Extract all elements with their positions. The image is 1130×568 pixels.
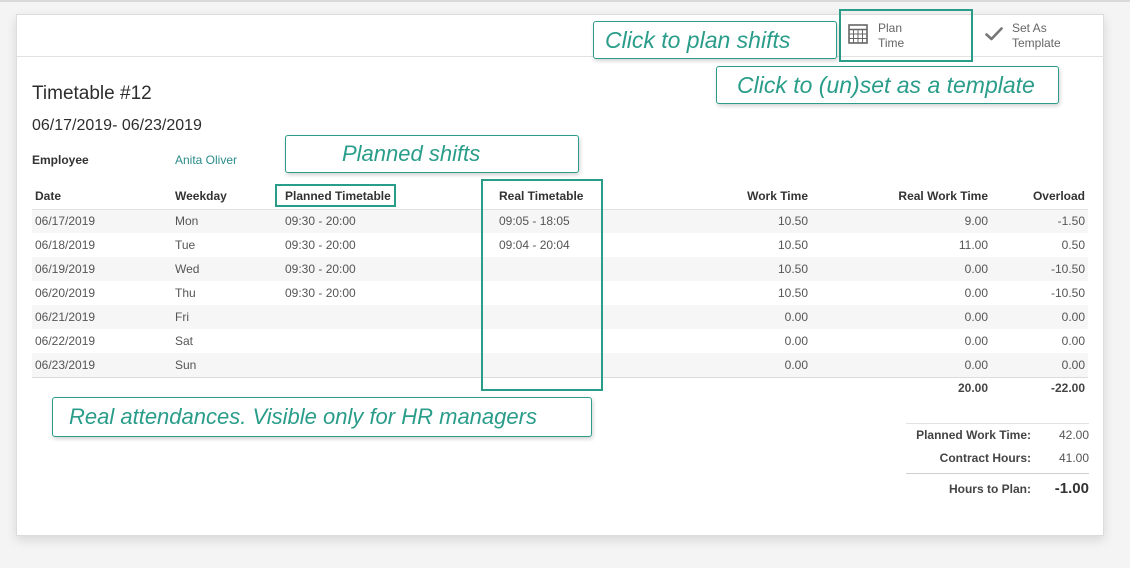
hours-to-plan-label: Hours to Plan: xyxy=(948,481,1031,496)
summary-row-hours-to-plan: Hours to Plan: -1.00 xyxy=(906,473,1089,503)
callout-planned-shifts: Planned shifts xyxy=(285,135,579,173)
cell-work-time: 0.00 xyxy=(784,334,808,348)
cell-real-work-time: 0.00 xyxy=(964,286,988,300)
form-title: Timetable #12 xyxy=(32,83,152,104)
cell-date: 06/18/2019 xyxy=(35,238,96,252)
plan-time-highlight xyxy=(839,9,973,62)
contract-hours-label: Contract Hours: xyxy=(939,450,1031,465)
column-header-work-time[interactable]: Work Time xyxy=(626,183,811,210)
set-template-label-line2: Template xyxy=(1012,36,1061,50)
planned-work-time-value: 42.00 xyxy=(1058,428,1089,442)
period-range: 06/17/2019- 06/23/2019 xyxy=(32,117,202,134)
real-column-highlight xyxy=(481,179,603,391)
cell-work-time: 0.00 xyxy=(626,353,811,377)
set-as-template-button[interactable]: Set As Template xyxy=(983,15,1101,57)
column-header-real-work-time[interactable]: Real Work Time xyxy=(811,183,991,210)
cell-date: 06/20/2019 xyxy=(35,286,96,300)
cell-date: 06/22/2019 xyxy=(35,334,96,348)
cell-work-time: 10.50 xyxy=(777,238,808,252)
cell-overload: -10.50 xyxy=(991,257,1088,281)
cell-work-time: 10.50 xyxy=(626,209,811,233)
summary-row-contract: Contract Hours: 41.00 xyxy=(906,446,1089,469)
total-real-work-time: 20.00 xyxy=(811,376,991,399)
window-top-border xyxy=(0,0,1130,2)
cell-overload: 0.50 xyxy=(1061,238,1085,252)
hours-to-plan-value: -1.00 xyxy=(1054,480,1089,497)
cell-weekday: Thu xyxy=(175,286,196,300)
cell-work-time: 10.50 xyxy=(777,286,808,300)
cell-real-work-time: 0.00 xyxy=(811,353,991,377)
set-template-label-line1: Set As xyxy=(1012,21,1047,35)
check-icon xyxy=(985,27,1003,45)
cell-date: 06/19/2019 xyxy=(32,257,172,281)
callout-plan-shifts: Click to plan shifts xyxy=(593,21,837,59)
callout-template-text: Click to (un)set as a template xyxy=(737,71,1035,98)
summary-row-planned: Planned Work Time: 42.00 xyxy=(906,423,1089,446)
cell-planned xyxy=(282,353,496,377)
cell-overload: 0.00 xyxy=(991,353,1088,377)
planned-column-highlight xyxy=(275,184,396,207)
cell-work-time: 10.50 xyxy=(626,257,811,281)
cell-planned: 09:30 - 20:00 xyxy=(282,209,496,233)
callout-real-attendances: Real attendances. Visible only for HR ma… xyxy=(52,397,592,437)
cell-work-time: 0.00 xyxy=(626,305,811,329)
cell-weekday: Fri xyxy=(172,305,282,329)
cell-planned: 09:30 - 20:00 xyxy=(282,257,496,281)
cell-date: 06/23/2019 xyxy=(32,353,172,377)
cell-real-work-time: 0.00 xyxy=(811,257,991,281)
cell-date: 06/21/2019 xyxy=(32,305,172,329)
contract-hours-value: 41.00 xyxy=(1058,450,1089,465)
cell-weekday: Tue xyxy=(175,238,196,252)
employee-link[interactable]: Anita Oliver xyxy=(175,153,237,167)
column-header-date[interactable]: Date xyxy=(32,183,172,210)
cell-overload: -10.50 xyxy=(1050,286,1085,300)
cell-overload: 0.00 xyxy=(991,305,1088,329)
cell-real-work-time: 0.00 xyxy=(964,334,988,348)
summary-block: Planned Work Time: 42.00 Contract Hours:… xyxy=(906,423,1089,503)
cell-overload: -1.50 xyxy=(991,209,1088,233)
callout-plan-shifts-text: Click to plan shifts xyxy=(605,26,791,53)
planned-work-time-label: Planned Work Time: xyxy=(916,428,1031,442)
cell-overload: 0.00 xyxy=(1061,334,1085,348)
column-header-overload[interactable]: Overload xyxy=(991,183,1088,210)
cell-planned: 09:30 - 20:00 xyxy=(285,286,356,300)
cell-planned xyxy=(282,329,496,353)
callout-planned-shifts-text: Planned shifts xyxy=(342,141,481,166)
cell-weekday: Sun xyxy=(172,353,282,377)
cell-real-work-time: 0.00 xyxy=(811,305,991,329)
cell-weekday: Sat xyxy=(175,334,194,348)
cell-weekday: Wed xyxy=(172,257,282,281)
cell-weekday: Mon xyxy=(172,209,282,233)
callout-real-attendances-text: Real attendances. Visible only for HR ma… xyxy=(69,404,537,429)
cell-planned: 09:30 - 20:00 xyxy=(285,238,356,252)
cell-real-work-time: 9.00 xyxy=(811,209,991,233)
callout-template: Click to (un)set as a template xyxy=(716,66,1059,104)
employee-label: Employee xyxy=(32,153,89,167)
cell-planned xyxy=(282,305,496,329)
cell-date: 06/17/2019 xyxy=(32,209,172,233)
column-header-weekday[interactable]: Weekday xyxy=(172,183,282,210)
cell-real-work-time: 11.00 xyxy=(958,238,988,252)
total-overload: -22.00 xyxy=(991,376,1088,399)
